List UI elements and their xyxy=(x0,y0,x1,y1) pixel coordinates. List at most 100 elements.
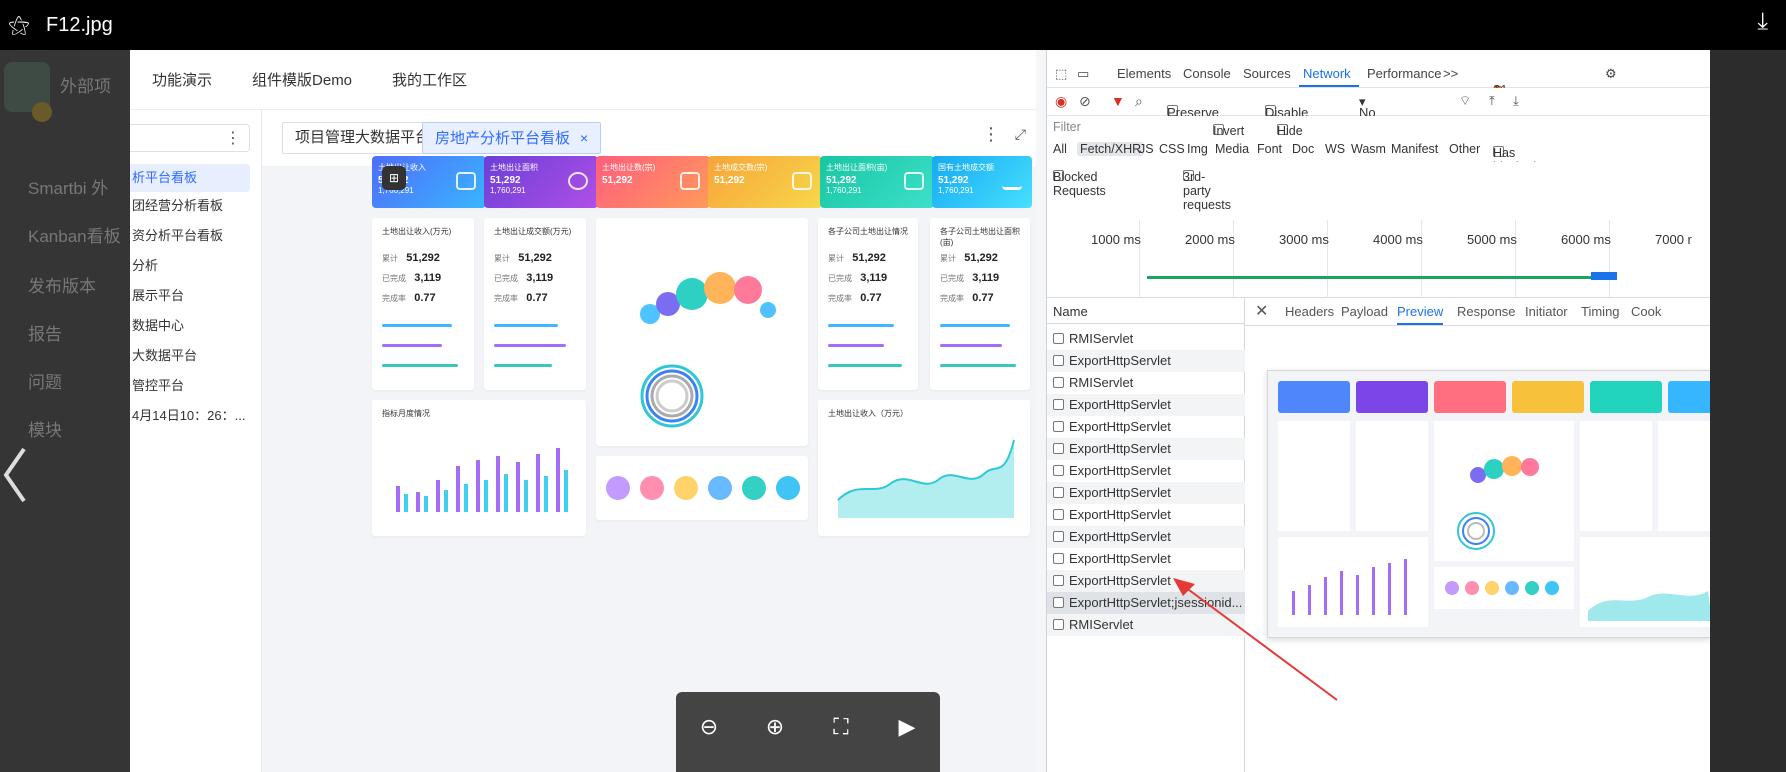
right-background xyxy=(1710,50,1786,772)
metric-line: 已完成 3,119 xyxy=(828,272,888,284)
throttling-select[interactable]: No throttling ▾ xyxy=(1359,94,1409,135)
bg-item: Smartbi 外 xyxy=(28,179,109,198)
settings-gear-icon[interactable]: ⚙ xyxy=(1605,66,1617,82)
type-filter-row: All Fetch/XHR JS CSS Img Media Font Doc … xyxy=(1047,138,1710,188)
menu-item[interactable]: 管控平台 xyxy=(130,372,250,400)
device-toolbar-icon[interactable]: ▭ xyxy=(1077,66,1089,82)
request-row[interactable]: ExportHttpServlet xyxy=(1047,504,1245,526)
nav-item-workspace[interactable]: 我的工作区 xyxy=(392,69,467,90)
request-row[interactable]: ExportHttpServlet xyxy=(1047,394,1245,416)
type-all[interactable]: All xyxy=(1053,142,1067,156)
tab-network[interactable]: Network xyxy=(1303,66,1351,81)
file-name: F12.jpg xyxy=(46,13,113,36)
request-row[interactable]: ExportHttpServlet xyxy=(1047,526,1245,548)
metric-value: 0.77 xyxy=(972,292,994,304)
menu-item[interactable]: 数据中心 xyxy=(130,312,250,340)
network-overview[interactable]: 1000 ms 2000 ms 3000 ms 4000 ms 5000 ms … xyxy=(1047,220,1710,298)
tab-realestate[interactable]: 房地产分析平台看板 × xyxy=(422,122,602,154)
nav-item-template[interactable]: 组件模版Demo xyxy=(252,69,352,90)
metric-value: 3,119 xyxy=(414,272,442,284)
request-row[interactable]: ExportHttpServlet xyxy=(1047,482,1245,504)
request-row[interactable]: ExportHttpServlet xyxy=(1047,350,1245,372)
tab-sources[interactable]: Sources xyxy=(1243,66,1291,81)
filter-icon[interactable]: ▼ xyxy=(1111,93,1125,109)
tab-preview[interactable]: Preview xyxy=(1397,304,1444,325)
checkbox-icon xyxy=(1053,553,1064,564)
request-row[interactable]: ExportHttpServlet xyxy=(1047,416,1245,438)
type-manifest[interactable]: Manifest xyxy=(1391,142,1438,156)
devtools-panel: ⬚ ▭ Elements Console Sources Network Per… xyxy=(1046,50,1710,772)
menu-search[interactable]: ⋮ xyxy=(130,124,250,152)
type-fetch-xhr[interactable]: Fetch/XHR xyxy=(1077,142,1145,156)
zoom-in-icon[interactable]: ⊕ xyxy=(757,714,793,740)
nav-item-demo[interactable]: 功能演示 xyxy=(152,69,212,90)
type-other[interactable]: Other xyxy=(1449,142,1480,156)
request-row[interactable]: ExportHttpServlet xyxy=(1047,548,1245,570)
type-ws[interactable]: WS xyxy=(1325,142,1345,156)
bubble xyxy=(760,302,776,318)
tab-cookies[interactable]: Cook xyxy=(1631,304,1661,319)
fit-to-screen-icon[interactable]: ⛶ xyxy=(823,714,859,740)
type-font[interactable]: Font xyxy=(1257,142,1282,156)
metric-line: 完成率 0.77 xyxy=(828,292,882,304)
bar-group xyxy=(396,448,568,512)
close-icon[interactable]: × xyxy=(580,130,588,146)
request-row[interactable]: ExportHttpServlet xyxy=(1047,460,1245,482)
upload-icon[interactable]: ⤒ xyxy=(1489,93,1495,109)
request-row[interactable]: RMIServlet xyxy=(1047,372,1245,394)
tab-project[interactable]: 项目管理大数据平台 xyxy=(282,122,444,154)
request-row[interactable]: RMIServlet xyxy=(1047,328,1245,350)
previous-image-icon[interactable] xyxy=(2,445,30,505)
type-media[interactable]: Media xyxy=(1215,142,1249,156)
pie-icon xyxy=(568,172,588,190)
grid-icon[interactable]: ⊞ xyxy=(382,166,406,190)
menu-item[interactable]: 4月14日10：26：... xyxy=(130,402,250,430)
bg-item: 报告 xyxy=(28,325,62,344)
slideshow-icon[interactable]: ▶ xyxy=(889,714,925,740)
tab-headers[interactable]: Headers xyxy=(1285,304,1334,319)
metric-value: 0.77 xyxy=(526,292,548,304)
tab-console[interactable]: Console xyxy=(1183,66,1231,81)
download-icon[interactable]: ⤓ xyxy=(1757,8,1768,36)
metric-value: 51,292 xyxy=(964,252,998,264)
tab-performance[interactable]: Performance xyxy=(1367,66,1441,81)
type-img[interactable]: Img xyxy=(1187,142,1208,156)
tab-selected-indicator xyxy=(1299,85,1359,87)
menu-item[interactable]: 分析 xyxy=(130,252,250,280)
tab-response[interactable]: Response xyxy=(1457,304,1516,319)
clear-icon[interactable]: ⊘ xyxy=(1079,93,1091,110)
request-name: RMIServlet xyxy=(1069,375,1134,390)
tab-elements[interactable]: Elements xyxy=(1117,66,1171,81)
more-icon[interactable]: ⋮ xyxy=(982,124,1000,145)
bar-chart xyxy=(396,448,568,512)
type-css[interactable]: CSS xyxy=(1159,142,1185,156)
wifi-icon[interactable]: ⌔ xyxy=(1459,93,1471,109)
menu-item[interactable]: 析平台看板 xyxy=(130,164,250,192)
metric-line: 累计 51,292 xyxy=(494,252,552,264)
type-wasm[interactable]: Wasm xyxy=(1351,142,1386,156)
menu-item[interactable]: 大数据平台 xyxy=(130,342,250,370)
type-js[interactable]: JS xyxy=(1139,142,1154,156)
download-har-icon[interactable]: ⤓ xyxy=(1513,93,1519,109)
zoom-out-icon[interactable]: ⊖ xyxy=(691,714,727,740)
request-row[interactable]: ExportHttpServlet xyxy=(1047,438,1245,460)
tab-timing[interactable]: Timing xyxy=(1581,304,1620,319)
timeline-tick: 1000 ms xyxy=(1091,232,1141,247)
close-details-icon[interactable]: ✕ xyxy=(1255,301,1268,321)
expand-icon[interactable]: ⤢ xyxy=(1015,126,1026,143)
request-name: ExportHttpServlet xyxy=(1069,551,1171,566)
inspect-icon[interactable]: ⬚ xyxy=(1055,66,1067,82)
menu-item[interactable]: 展示平台 xyxy=(130,282,250,310)
search-icon[interactable]: ⌕ xyxy=(1135,93,1143,110)
filter-input[interactable]: Filter xyxy=(1053,120,1081,134)
menu-item[interactable]: 资分析平台看板 xyxy=(130,222,250,250)
logo-icon xyxy=(4,62,52,122)
type-doc[interactable]: Doc xyxy=(1292,142,1314,156)
tab-more[interactable]: >> xyxy=(1443,66,1458,81)
record-icon[interactable]: ◉ xyxy=(1055,93,1067,110)
tab-initiator[interactable]: Initiator xyxy=(1525,304,1568,319)
menu-item[interactable]: 团经营分析看板 xyxy=(130,192,250,220)
tab-payload[interactable]: Payload xyxy=(1341,304,1388,319)
more-icon[interactable]: ⋮ xyxy=(225,128,241,148)
name-column-header[interactable]: Name xyxy=(1047,298,1245,324)
